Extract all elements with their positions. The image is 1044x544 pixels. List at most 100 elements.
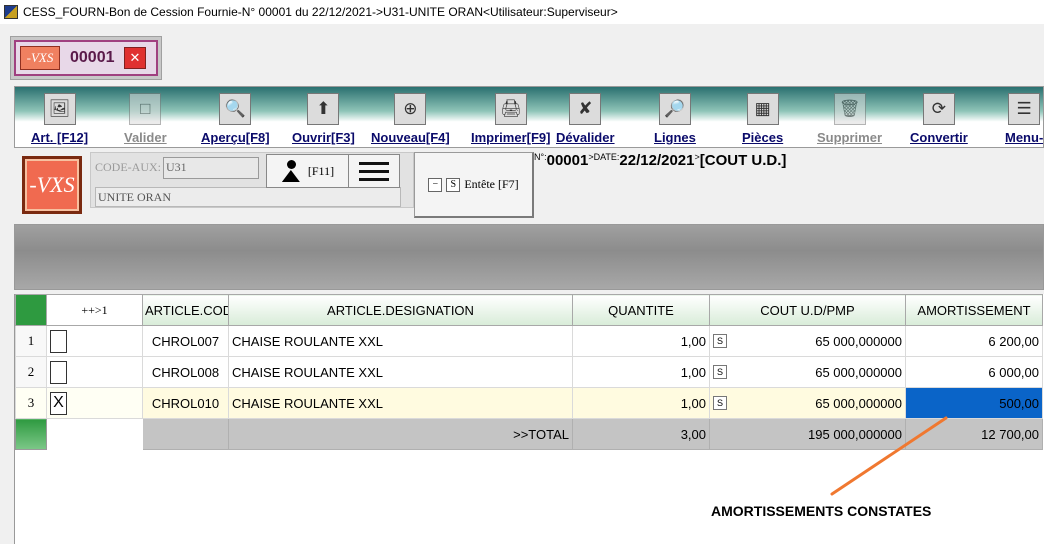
nouveau-f4-button[interactable]: ⊕ Nouveau[F4] — [371, 87, 450, 147]
cout-s-button[interactable]: S — [713, 396, 727, 410]
apercu-f8-label: Aperçu[F8] — [201, 130, 270, 145]
pieces-button[interactable]: ▦ Pièces — [742, 87, 783, 147]
row-number: 2 — [15, 356, 47, 388]
cout-cell-content: S 65 000,000000 — [713, 396, 902, 411]
app-icon — [4, 5, 18, 19]
column-header-cout-ud-pmp[interactable]: COUT U.D/PMP — [709, 294, 906, 326]
column-header-article-cod[interactable]: ARTICLE.COD — [142, 294, 229, 326]
hamburger-icon-bar — [359, 169, 389, 173]
convertir-label: Convertir — [910, 130, 968, 145]
apercu-f8-button[interactable]: 🔍 Aperçu[F8] — [201, 87, 270, 147]
auxiliary-name-field[interactable]: UNITE ORAN — [95, 187, 401, 207]
column-header-quantite[interactable]: QUANTITE — [572, 294, 710, 326]
header-date: 22/12/2021 — [619, 152, 695, 169]
s-icon: S — [446, 177, 461, 192]
menu-label: Menu- — [1005, 130, 1044, 145]
f11-label: [F11] — [307, 163, 335, 178]
article-designation-cell[interactable]: CHAISE ROULANTE XXL — [228, 387, 573, 419]
quantite-cell[interactable]: 1,00 — [572, 356, 710, 388]
row-number: 3 — [15, 387, 47, 419]
art-f12-label: Art. [F12] — [31, 130, 89, 145]
table-row-current[interactable]: 3 X CHROL010 CHAISE ROULANTE XXL 1,00 S … — [15, 387, 1043, 419]
date-label: >DATE: — [588, 152, 620, 162]
grid-header-row: ++>1 ARTICLE.COD ARTICLE.DESIGNATION QUA… — [15, 294, 1043, 326]
column-header-amortissement[interactable]: AMORTISSEMENT — [905, 294, 1043, 326]
convertir-button[interactable]: ⟳ Convertir — [910, 87, 968, 147]
row-select-cell: X — [46, 387, 143, 419]
total-quantite: 3,00 — [572, 418, 710, 450]
column-header-article-designation[interactable]: ARTICLE.DESIGNATION — [228, 294, 573, 326]
menu-button[interactable]: ☰ Menu- — [1005, 87, 1043, 147]
quantite-cell[interactable]: 1,00 — [572, 325, 710, 357]
supprimer-button[interactable]: 🗑 Supprimer — [817, 87, 882, 147]
close-tab-button[interactable]: ✕ — [124, 47, 146, 69]
devalider-button[interactable]: ✘ Dévalider — [556, 87, 615, 147]
imprimer-f9-button[interactable]: 🖨 Imprimer[F9] — [471, 87, 550, 147]
window-title: CESS_FOURN-Bon de Cession Fournie-N° 000… — [23, 5, 618, 19]
article-code-cell[interactable]: CHROL007 — [142, 325, 229, 357]
menu-lines-icon: ☰ — [1008, 93, 1041, 125]
cout-cell-content: S 65 000,000000 — [713, 365, 902, 380]
total-blank-cell — [46, 418, 143, 450]
code-aux-label: CODE-AUX: — [95, 160, 161, 174]
close-icon: ✕ — [129, 50, 141, 65]
total-empty-cell — [142, 418, 229, 450]
vxs-company-logo: -VXS — [22, 156, 82, 214]
cout-cell[interactable]: S 65 000,000000 — [709, 356, 906, 388]
grid-corner — [15, 294, 47, 326]
column-header-select[interactable]: ++>1 — [46, 294, 143, 326]
cout-cell-content: S 65 000,000000 — [713, 334, 902, 349]
article-designation-cell[interactable]: CHAISE ROULANTE XXL — [228, 356, 573, 388]
annotation-text: AMORTISSEMENTS CONSTATES — [711, 503, 932, 519]
row-select-checkbox[interactable] — [50, 360, 67, 384]
table-row[interactable]: 1 CHROL007 CHAISE ROULANTE XXL 1,00 S 65… — [15, 325, 1043, 357]
document-tab[interactable]: -VXS 00001 ✕ — [14, 40, 158, 76]
cout-s-button[interactable]: S — [713, 334, 727, 348]
devalider-label: Dévalider — [556, 130, 615, 145]
hamburger-menu-button[interactable] — [348, 154, 400, 188]
code-aux-field[interactable]: U31 — [163, 157, 259, 179]
printer-icon: 🖨 — [494, 93, 527, 125]
row-select-checkbox[interactable] — [50, 329, 67, 353]
total-row: >>TOTAL 3,00 195 000,000000 12 700,00 — [15, 418, 1043, 450]
art-f12-button[interactable]: 🖼 Art. [F12] — [31, 87, 88, 147]
amortissement-cell-selected[interactable]: 500,00 — [905, 387, 1043, 419]
document-info-panel: -VXS CODE-AUX: U31 UNITE ORAN [F11] − S … — [14, 152, 1044, 220]
article-image-icon: 🖼 — [43, 93, 76, 125]
nouveau-f4-label: Nouveau[F4] — [371, 130, 450, 145]
cout-value: 65 000,000000 — [815, 364, 902, 380]
user-f11-button[interactable]: [F11] — [266, 154, 350, 188]
supprimer-label: Supprimer — [817, 130, 883, 145]
cout-s-button[interactable]: S — [713, 365, 727, 379]
main-toolbar: 🖼 Art. [F12] □ Valider 🔍 Aperçu[F8] ⬆ Ou… — [14, 86, 1044, 148]
valider-button[interactable]: □ Valider — [124, 87, 167, 147]
cout-cell[interactable]: S 65 000,000000 — [709, 387, 906, 419]
lignes-button[interactable]: 🔎 Lignes — [654, 87, 696, 147]
new-plus-icon: ⊕ — [394, 93, 427, 125]
user-icon — [282, 160, 300, 182]
article-code-cell[interactable]: CHROL010 — [142, 387, 229, 419]
article-code-cell[interactable]: CHROL008 — [142, 356, 229, 388]
document-tab-number: 00001 — [70, 49, 115, 66]
valider-label: Valider — [124, 130, 167, 145]
header-number: 00001 — [546, 152, 589, 169]
header-type: [COUT U.D.] — [699, 152, 787, 169]
amortissement-cell[interactable]: 6 000,00 — [905, 356, 1043, 388]
total-cout: 195 000,000000 — [709, 418, 906, 450]
quantite-cell[interactable]: 1,00 — [572, 387, 710, 419]
document-tab-strip: -VXS 00001 ✕ — [10, 36, 162, 80]
table-row[interactable]: 2 CHROL008 CHAISE ROULANTE XXL 1,00 S 65… — [15, 356, 1043, 388]
row-select-cell — [46, 325, 143, 357]
validate-icon: □ — [129, 93, 162, 125]
delete-bin-icon: 🗑 — [833, 93, 866, 125]
amortissement-cell[interactable]: 6 200,00 — [905, 325, 1043, 357]
total-row-marker — [15, 418, 47, 450]
ouvrir-f3-button[interactable]: ⬆ Ouvrir[F3] — [292, 87, 355, 147]
lines-search-icon: 🔎 — [658, 93, 691, 125]
article-designation-cell[interactable]: CHAISE ROULANTE XXL — [228, 325, 573, 357]
entete-f7-button[interactable]: − S Entête [F7] — [414, 152, 534, 218]
cout-cell[interactable]: S 65 000,000000 — [709, 325, 906, 357]
collapse-icon: − — [428, 177, 443, 192]
document-header-summary: N°:00001>DATE:22/12/2021>[COUT U.D.] — [534, 152, 786, 172]
row-select-checkbox[interactable]: X — [50, 391, 67, 415]
